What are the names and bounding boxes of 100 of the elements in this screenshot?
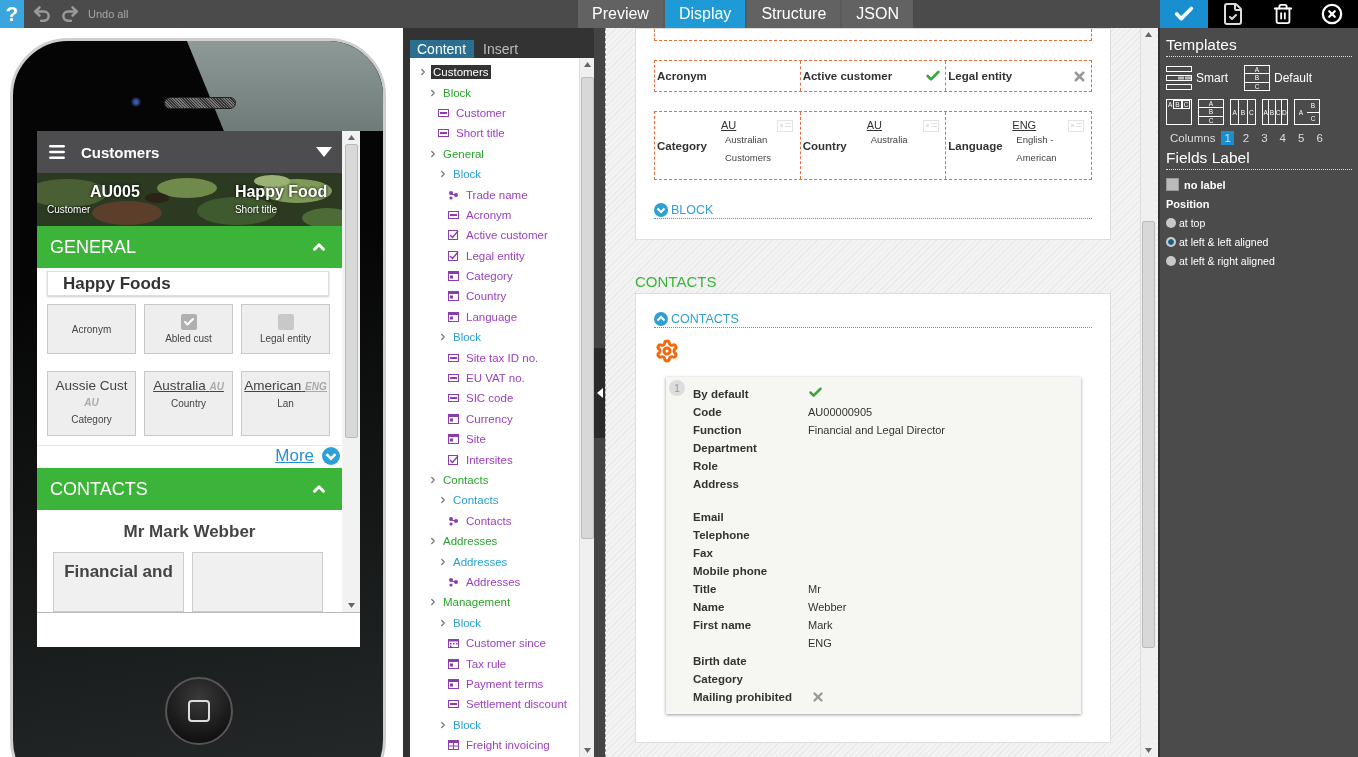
expand-chevron-icon[interactable] (438, 556, 448, 567)
view-tab[interactable]: JSON (842, 0, 913, 28)
tree-item[interactable]: Tax rule (464, 656, 509, 671)
tree-item[interactable]: Block (451, 330, 484, 345)
scroll-down-icon[interactable] (583, 748, 591, 753)
tree-item[interactable]: General (441, 146, 486, 161)
scrollbar[interactable] (579, 58, 594, 757)
tree-item[interactable]: Customer (454, 105, 508, 120)
view-tab[interactable]: Structure (747, 0, 841, 28)
column-count-option[interactable]: 4 (1276, 131, 1289, 145)
scroll-down-icon[interactable] (347, 603, 355, 608)
tree-item[interactable]: Addresses (464, 574, 523, 589)
tree-item[interactable]: Language (464, 309, 520, 324)
field-code[interactable]: AU (866, 119, 923, 131)
tree-item[interactable]: SIC code (464, 391, 516, 406)
tree-item[interactable]: Trade name (464, 187, 530, 202)
tree-item[interactable]: Site (464, 432, 488, 447)
tree-item[interactable]: Intersites (464, 452, 515, 467)
tree-item[interactable]: Acronym (464, 207, 514, 222)
tree-item[interactable]: Addresses (451, 554, 510, 569)
scrollbar[interactable] (1140, 28, 1156, 757)
undo-all-button[interactable]: Undo all (88, 8, 129, 20)
field-label: Mobile phone (693, 564, 769, 579)
expand-circle-icon[interactable] (654, 203, 668, 217)
redo-button[interactable] (60, 4, 80, 24)
tree-item[interactable]: Active customer (464, 228, 550, 243)
menu-icon[interactable] (47, 142, 67, 162)
tree-item[interactable]: EU VAT no. (464, 371, 527, 386)
expand-chevron-icon[interactable] (438, 719, 448, 730)
field-code[interactable]: AU (721, 119, 777, 131)
collapse-arrow-icon[interactable] (596, 387, 603, 398)
radio-button[interactable] (1166, 256, 1176, 266)
radio-button[interactable] (1166, 237, 1176, 247)
scroll-up-icon[interactable] (347, 135, 355, 140)
more-link[interactable]: More (275, 446, 314, 466)
block-toggle[interactable]: BLOCK (671, 203, 714, 217)
tree-item[interactable]: Contacts (441, 473, 491, 487)
checkbox-label: no label (1184, 178, 1226, 191)
tile-value[interactable]: American ENG (244, 378, 327, 395)
field-label: Birth date (693, 654, 748, 669)
tree-item[interactable]: Block (441, 85, 474, 100)
tree-item[interactable]: Freight invoicing (464, 738, 552, 753)
tile-value[interactable]: Australia AU (153, 378, 224, 395)
tile-label: Country (171, 398, 206, 409)
column-count-option[interactable]: 2 (1239, 131, 1253, 145)
tree-item[interactable]: Addresses (441, 534, 500, 549)
scroll-up-icon[interactable] (1145, 32, 1152, 37)
tree-item[interactable]: Site tax ID no. (464, 350, 541, 365)
panel-tab[interactable]: Content (410, 40, 475, 58)
collapse-circle-icon[interactable] (654, 312, 668, 326)
scroll-up-icon[interactable] (583, 62, 591, 67)
expand-chevron-icon[interactable] (438, 332, 448, 343)
column-count-option[interactable]: 3 (1258, 131, 1271, 145)
tree-item[interactable]: Contacts (451, 493, 501, 508)
field-code[interactable]: ENG (1012, 119, 1069, 131)
expand-chevron-icon[interactable] (438, 169, 448, 180)
expand-chevron-icon[interactable] (438, 617, 448, 628)
tree-item[interactable]: Block (451, 167, 484, 182)
block-toggle[interactable]: CONTACTS (671, 312, 739, 326)
radio-button[interactable] (1166, 218, 1176, 228)
view-tab[interactable]: Display (664, 0, 746, 28)
tree-item[interactable]: Legal entity (464, 248, 527, 263)
scroll-down-icon[interactable] (1145, 748, 1152, 753)
tree-item[interactable]: Country (464, 289, 509, 304)
tree-item[interactable]: Contacts (464, 513, 514, 528)
scrollbar[interactable] (342, 131, 360, 612)
checkbox[interactable] (1166, 178, 1179, 191)
tree-item[interactable]: Block (451, 717, 484, 732)
checkbox[interactable] (180, 314, 197, 330)
undo-button[interactable] (32, 4, 52, 24)
expand-chevron-icon[interactable] (428, 475, 438, 485)
tree-item[interactable]: Short title (454, 126, 507, 141)
expand-chevron-icon[interactable] (428, 148, 438, 159)
tree-item[interactable]: Category (464, 269, 515, 284)
banner-value: AU005 (89, 183, 140, 201)
expand-circle-icon[interactable] (322, 447, 340, 465)
expand-chevron-icon[interactable] (428, 87, 438, 98)
settings-icon[interactable] (655, 339, 679, 363)
template-option[interactable]: Smart (1166, 65, 1228, 91)
field-value: Mr (808, 582, 821, 597)
column-count-option[interactable]: 5 (1295, 131, 1308, 145)
column-count-option[interactable]: 6 (1313, 131, 1326, 145)
view-tab[interactable]: Preview (578, 0, 663, 28)
expand-chevron-icon[interactable] (438, 495, 448, 506)
tree-item[interactable]: Management (441, 595, 513, 610)
expand-chevron-icon[interactable] (428, 597, 438, 608)
collapse-handle[interactable] (594, 347, 605, 438)
dropdown-caret-icon[interactable] (316, 147, 332, 157)
checkbox[interactable] (277, 314, 294, 330)
save-button[interactable] (1160, 0, 1208, 28)
expand-chevron-icon[interactable] (418, 67, 428, 78)
phone-camera (131, 97, 141, 107)
tree-item[interactable]: Currency (464, 411, 515, 426)
tree-item[interactable]: Customer since (464, 636, 548, 651)
expand-chevron-icon[interactable] (428, 536, 438, 547)
tree-item[interactable]: Customers (431, 65, 491, 80)
field-label: Title (693, 582, 718, 597)
tree-item[interactable]: Settlement discount (464, 697, 569, 712)
tree-item[interactable]: Payment terms (464, 676, 546, 691)
tree-item[interactable]: Block (451, 615, 484, 630)
